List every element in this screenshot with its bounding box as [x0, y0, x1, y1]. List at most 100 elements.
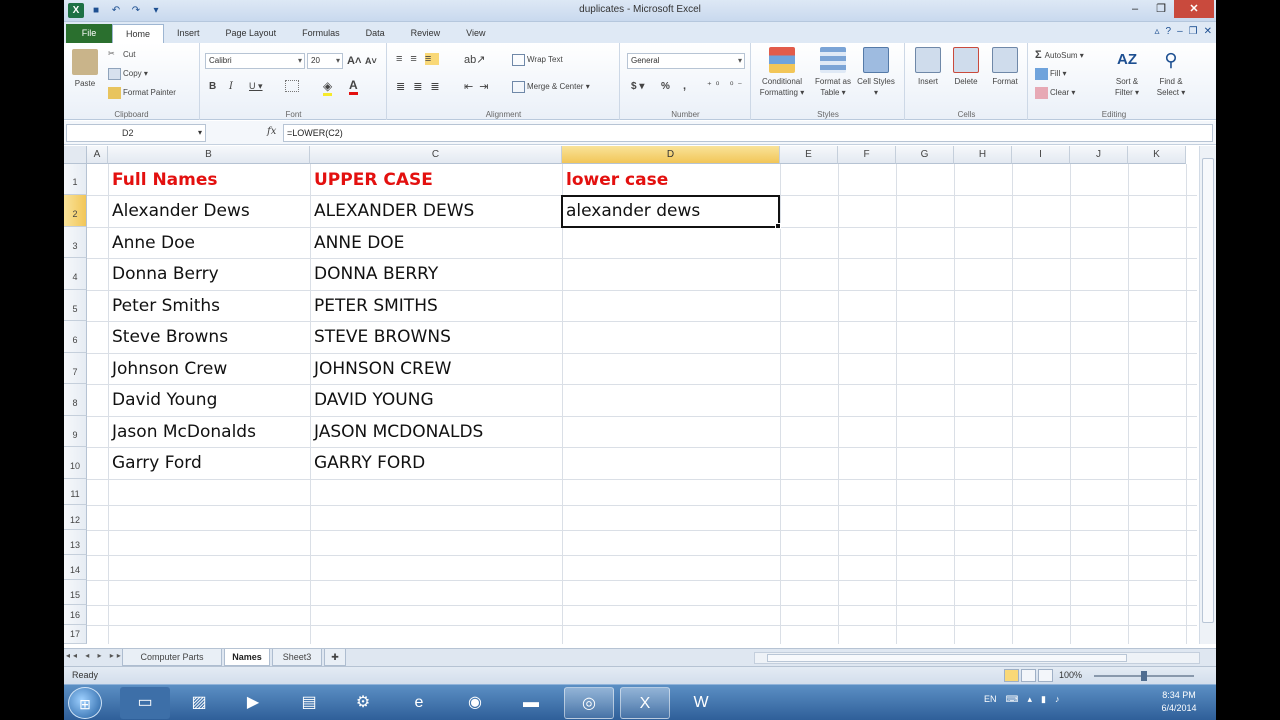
cell-b1[interactable]: Full Names: [108, 165, 218, 196]
cell-b5[interactable]: Peter Smiths: [108, 291, 220, 322]
row-header-7[interactable]: 7: [64, 353, 87, 384]
row-header-5[interactable]: 5: [64, 290, 87, 321]
taskbar-clock[interactable]: 8:34 PM 6/4/2014: [1149, 689, 1209, 715]
row-header-13[interactable]: 13: [64, 530, 87, 555]
insert-cells-button[interactable]: Insert: [910, 47, 946, 87]
row-header-14[interactable]: 14: [64, 555, 87, 580]
cell-c4[interactable]: DONNA BERRY: [310, 259, 438, 290]
cell-c7[interactable]: JOHNSON CREW: [310, 354, 451, 385]
sheet-tab-sheet3[interactable]: Sheet3: [272, 649, 322, 666]
cell-c9[interactable]: JASON MCDONALDS: [310, 417, 483, 448]
font-color-icon[interactable]: A: [349, 78, 358, 95]
wrap-text-button[interactable]: Wrap Text: [512, 54, 563, 66]
tab-formulas[interactable]: Formulas: [289, 24, 353, 43]
percent-button[interactable]: %: [661, 81, 670, 92]
page-break-view-icon[interactable]: [1038, 669, 1053, 682]
tab-review[interactable]: Review: [398, 24, 454, 43]
select-all-corner[interactable]: [64, 146, 87, 164]
currency-button[interactable]: $ ▾: [631, 81, 644, 92]
language-indicator[interactable]: EN: [984, 694, 997, 705]
row-header-4[interactable]: 4: [64, 258, 87, 290]
row-header-1[interactable]: 1: [64, 164, 87, 195]
minimize-button[interactable]: –: [1122, 0, 1148, 18]
column-header-j[interactable]: J: [1070, 146, 1128, 164]
row-header-9[interactable]: 9: [64, 416, 87, 447]
italic-button[interactable]: I: [229, 81, 233, 92]
explorer-taskbar-icon[interactable]: ▭: [120, 687, 170, 719]
workbook-minimize-icon[interactable]: –: [1177, 26, 1183, 37]
horizontal-scrollbar[interactable]: [754, 652, 1200, 664]
orientation-icon[interactable]: ab↗: [464, 53, 485, 66]
cell-c10[interactable]: GARRY FORD: [310, 448, 425, 479]
sheet-tab-computer-parts[interactable]: Computer Parts: [122, 649, 222, 666]
number-format-select[interactable]: General: [627, 53, 745, 69]
tab-page-layout[interactable]: Page Layout: [213, 24, 290, 43]
font-size-select[interactable]: 20: [307, 53, 343, 69]
row-header-15[interactable]: 15: [64, 580, 87, 605]
excel-taskbar-icon[interactable]: X: [620, 687, 670, 719]
photo-taskbar-icon[interactable]: ▨: [174, 687, 224, 719]
active-cell-border[interactable]: [561, 195, 780, 228]
cell-c5[interactable]: PETER SMITHS: [310, 291, 438, 322]
cell-b6[interactable]: Steve Browns: [108, 322, 228, 353]
row-header-12[interactable]: 12: [64, 505, 87, 530]
cell-b3[interactable]: Anne Doe: [108, 228, 195, 259]
cut-button[interactable]: ✂ Cut: [108, 49, 135, 61]
chrome-taskbar-icon[interactable]: ◎: [564, 687, 614, 719]
cell-b4[interactable]: Donna Berry: [108, 259, 219, 290]
merge-center-button[interactable]: Merge & Center ▾: [512, 81, 590, 93]
sheet-nav-arrows[interactable]: ◂◂ ◂ ▸ ▸▸: [66, 651, 124, 660]
cell-c3[interactable]: ANNE DOE: [310, 228, 404, 259]
workbook-restore-icon[interactable]: ❐: [1189, 26, 1198, 37]
tab-view[interactable]: View: [453, 24, 498, 43]
vertical-scroll-thumb[interactable]: [1202, 158, 1214, 623]
workbook-close-icon[interactable]: ✕: [1204, 26, 1212, 37]
grow-font-icon[interactable]: A˄: [347, 55, 361, 67]
borders-icon[interactable]: [285, 80, 299, 92]
horizontal-scroll-thumb[interactable]: [767, 654, 1127, 662]
fill-color-icon[interactable]: ◈: [323, 79, 333, 96]
worksheet-grid[interactable]: A B C D E F G H I J K 1 2 3 4 5 6 7 8 9 …: [64, 146, 1216, 644]
media-player-taskbar-icon[interactable]: ▶: [228, 687, 278, 719]
cell-b10[interactable]: Garry Ford: [108, 448, 202, 479]
horizontal-align-icons[interactable]: ≣≣≣: [396, 80, 448, 93]
keyboard-icon[interactable]: ⌨: [1006, 694, 1019, 705]
page-layout-view-icon[interactable]: [1021, 669, 1036, 682]
sheet-tab-names[interactable]: Names: [224, 649, 270, 666]
cell-c1[interactable]: UPPER CASE: [310, 165, 433, 196]
tray-arrow-icon[interactable]: ▴: [1028, 694, 1033, 705]
cell-d1[interactable]: lower case: [562, 165, 668, 196]
folder-taskbar-icon[interactable]: ▬: [506, 687, 556, 719]
vertical-scrollbar[interactable]: [1199, 146, 1216, 644]
font-name-select[interactable]: Calibri: [205, 53, 305, 69]
row-header-3[interactable]: 3: [64, 227, 87, 258]
cell-b9[interactable]: Jason McDonalds: [108, 417, 256, 448]
autosum-button[interactable]: Σ AutoSum ▾: [1035, 49, 1084, 61]
minimize-ribbon-icon[interactable]: ▵: [1154, 26, 1159, 37]
format-painter-button[interactable]: Format Painter: [108, 87, 176, 99]
column-header-g[interactable]: G: [896, 146, 954, 164]
cell-c8[interactable]: DAVID YOUNG: [310, 385, 434, 416]
row-header-11[interactable]: 11: [64, 479, 87, 505]
cell-styles-button[interactable]: Cell Styles ▾: [856, 47, 896, 98]
row-header-17[interactable]: 17: [64, 625, 87, 644]
firefox-taskbar-icon[interactable]: ◉: [450, 687, 500, 719]
shrink-font-icon[interactable]: A˅: [365, 56, 377, 66]
zoom-slider[interactable]: [1094, 671, 1194, 681]
format-as-table-button[interactable]: Format as Table ▾: [812, 47, 854, 98]
sort-filter-button[interactable]: AZ Sort & Filter ▾: [1107, 47, 1147, 98]
bold-button[interactable]: B: [209, 81, 216, 92]
cell-b7[interactable]: Johnson Crew: [108, 354, 227, 385]
cell-c2[interactable]: ALEXANDER DEWS: [310, 196, 474, 227]
tab-home[interactable]: Home: [112, 24, 165, 43]
insert-function-icon[interactable]: fx: [267, 126, 276, 137]
row-header-2[interactable]: 2: [64, 195, 87, 227]
paste-button[interactable]: Paste: [70, 49, 100, 89]
start-button[interactable]: ⊞: [68, 687, 102, 719]
formula-input[interactable]: =LOWER(C2): [283, 124, 1213, 142]
zoom-level[interactable]: 100%: [1059, 667, 1082, 684]
cell-b2[interactable]: Alexander Dews: [108, 196, 250, 227]
name-box[interactable]: D2: [66, 124, 206, 142]
column-header-h[interactable]: H: [954, 146, 1012, 164]
column-header-k[interactable]: K: [1128, 146, 1186, 164]
